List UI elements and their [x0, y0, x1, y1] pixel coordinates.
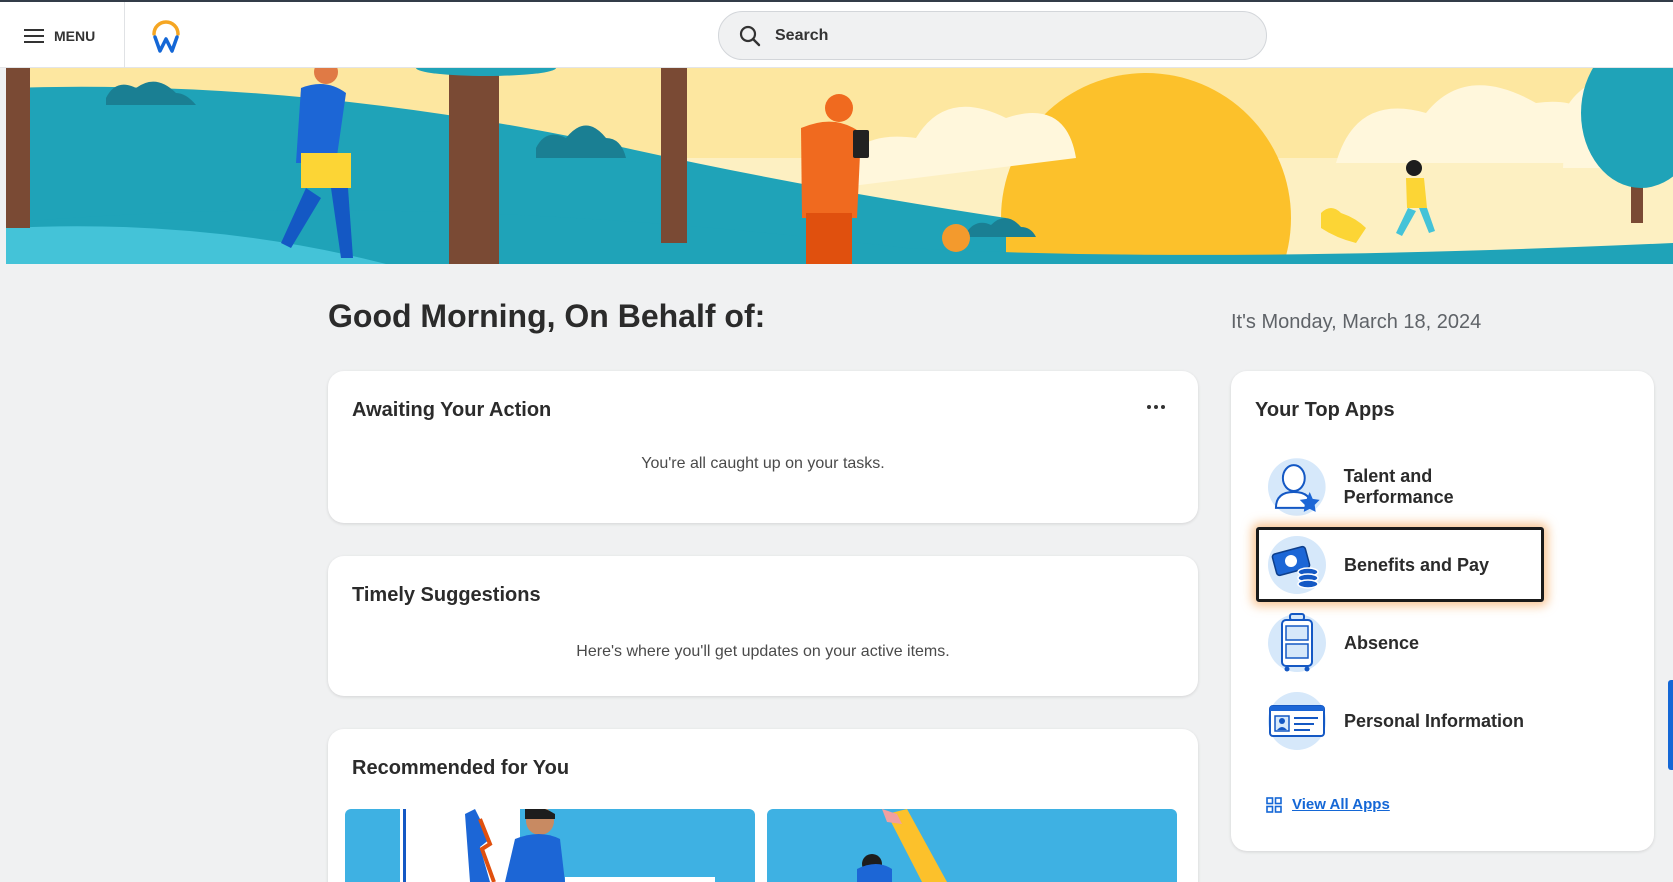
search-bar[interactable] [718, 11, 1267, 60]
more-options-button[interactable] [1144, 397, 1168, 417]
dot-icon [1154, 405, 1158, 409]
app-absence[interactable]: Absence [1256, 607, 1546, 679]
timely-suggestions-message: Here's where you'll get updates on your … [576, 643, 950, 660]
view-all-apps-link[interactable]: View All Apps [1266, 796, 1390, 813]
app-benefits-and-pay[interactable]: Benefits and Pay [1256, 529, 1546, 601]
workday-logo-icon[interactable] [146, 16, 186, 56]
search-input[interactable] [775, 26, 1235, 45]
dot-icon [1161, 405, 1165, 409]
recommendation-illustration [857, 809, 947, 882]
hamburger-icon [24, 29, 44, 43]
app-label: Absence [1344, 632, 1420, 653]
app-talent-and-performance[interactable]: Talent and Performance [1256, 451, 1546, 523]
recommended-title: Recommended for You [352, 757, 570, 779]
app-label: Personal Information [1344, 710, 1525, 731]
absence-icon [1268, 613, 1326, 672]
dot-icon [1147, 405, 1151, 409]
grid-icon [1266, 796, 1282, 813]
menu-button[interactable]: MENU [24, 20, 95, 52]
side-panel-tab[interactable] [1668, 680, 1673, 770]
awaiting-action-card: Awaiting Your Action You're all caught u… [328, 371, 1198, 523]
awaiting-action-title: Awaiting Your Action [352, 399, 552, 421]
top-apps-title: Your Top Apps [1255, 399, 1395, 421]
timely-suggestions-card: Timely Suggestions Here's where you'll g… [328, 556, 1198, 696]
talent-icon [1267, 458, 1326, 516]
banner-illustration [6, 68, 1673, 264]
benefits-icon [1268, 536, 1326, 594]
personal-info-icon [1268, 692, 1326, 750]
greeting-heading: Good Morning, On Behalf of: [328, 298, 766, 334]
search-icon [739, 25, 761, 46]
menu-label: MENU [54, 28, 96, 44]
header-divider [124, 2, 125, 68]
app-label: Benefits and Pay [1344, 554, 1490, 575]
recommended-tile[interactable] [767, 809, 1177, 882]
recommendation-illustration [400, 809, 715, 882]
timely-suggestions-title: Timely Suggestions [352, 584, 541, 606]
recommended-tile[interactable] [345, 809, 755, 882]
awaiting-action-message: You're all caught up on your tasks. [641, 455, 885, 472]
current-date: It's Monday, March 18, 2024 [1231, 311, 1482, 333]
top-bar: MENU [0, 0, 1673, 68]
app-personal-information[interactable]: Personal Information [1256, 685, 1546, 757]
app-label: Talent and Performance [1343, 466, 1454, 507]
view-all-apps-label: View All Apps [1292, 796, 1390, 813]
